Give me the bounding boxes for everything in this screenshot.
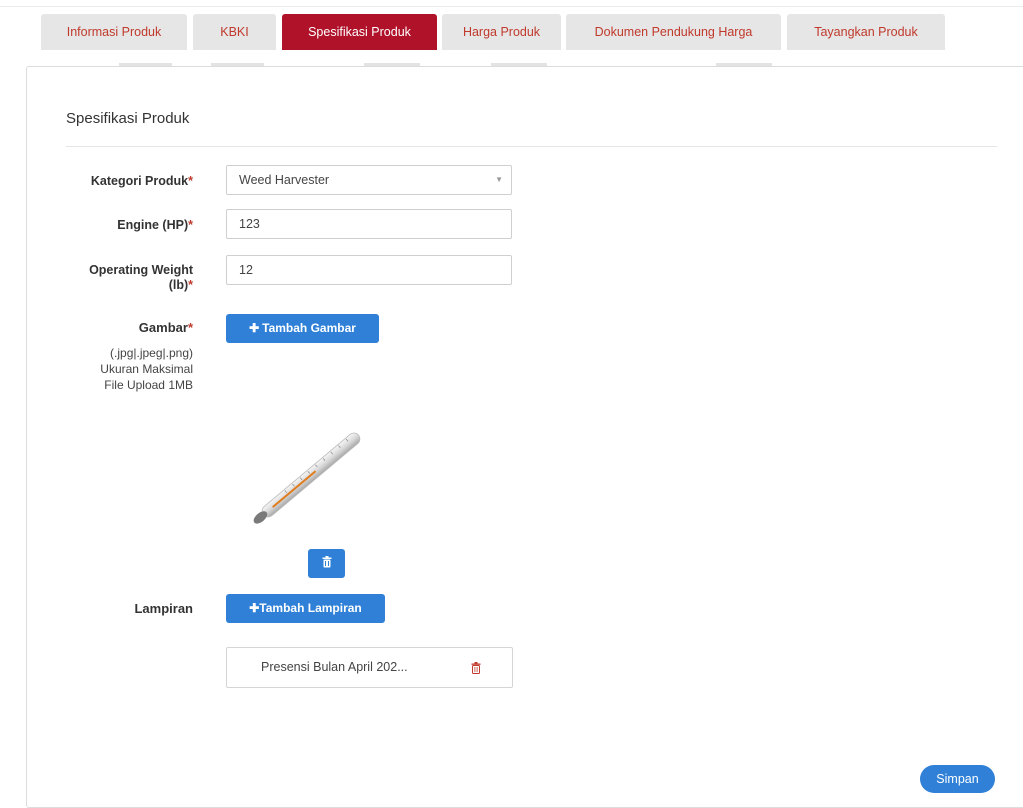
tambah-gambar-button[interactable]: ✚ Tambah Gambar (226, 314, 379, 343)
tab-kbki[interactable]: KBKI (193, 14, 276, 50)
delete-image-button[interactable] (308, 549, 345, 578)
caret-down-icon: ▼ (495, 175, 503, 184)
section-title: Spesifikasi Produk (66, 110, 190, 127)
kategori-select[interactable]: Weed Harvester ▼ (226, 165, 512, 195)
lampiran-label: Lampiran (134, 601, 193, 616)
gambar-label: Gambar* (138, 320, 193, 335)
engine-input[interactable]: 123 (226, 209, 512, 239)
plus-icon: ✚ (249, 601, 260, 615)
tab-dokumen-pendukung-harga[interactable]: Dokumen Pendukung Harga (566, 14, 781, 50)
trash-icon (322, 556, 331, 568)
tab-informasi-produk[interactable]: Informasi Produk (41, 14, 187, 50)
tambah-lampiran-button[interactable]: ✚Tambah Lampiran (226, 594, 385, 623)
kategori-label: Kategori Produk* (90, 174, 193, 188)
gambar-hint: (.jpg|.jpeg|.png) Ukuran Maksimal File U… (100, 346, 193, 392)
weight-label: Operating Weight (lb)* (89, 263, 193, 292)
weight-input[interactable]: 12 (226, 255, 512, 285)
tab-spesifikasi-produk[interactable]: Spesifikasi Produk (282, 14, 437, 50)
plus-icon: ✚ (249, 321, 260, 335)
engine-label: Engine (HP)* (117, 218, 193, 232)
tab-harga-produk[interactable]: Harga Produk (442, 14, 561, 50)
section-divider (66, 146, 997, 147)
attachment-name: Presensi Bulan April 202... (261, 660, 408, 674)
tab-tayangkan-produk[interactable]: Tayangkan Produk (787, 14, 945, 50)
product-image-thumbnail (236, 405, 386, 545)
save-button[interactable]: Simpan (920, 765, 995, 793)
top-divider (0, 6, 1023, 7)
kategori-value: Weed Harvester (239, 173, 330, 187)
attachment-item: Presensi Bulan April 202... (226, 647, 513, 688)
trash-icon[interactable] (471, 661, 481, 679)
